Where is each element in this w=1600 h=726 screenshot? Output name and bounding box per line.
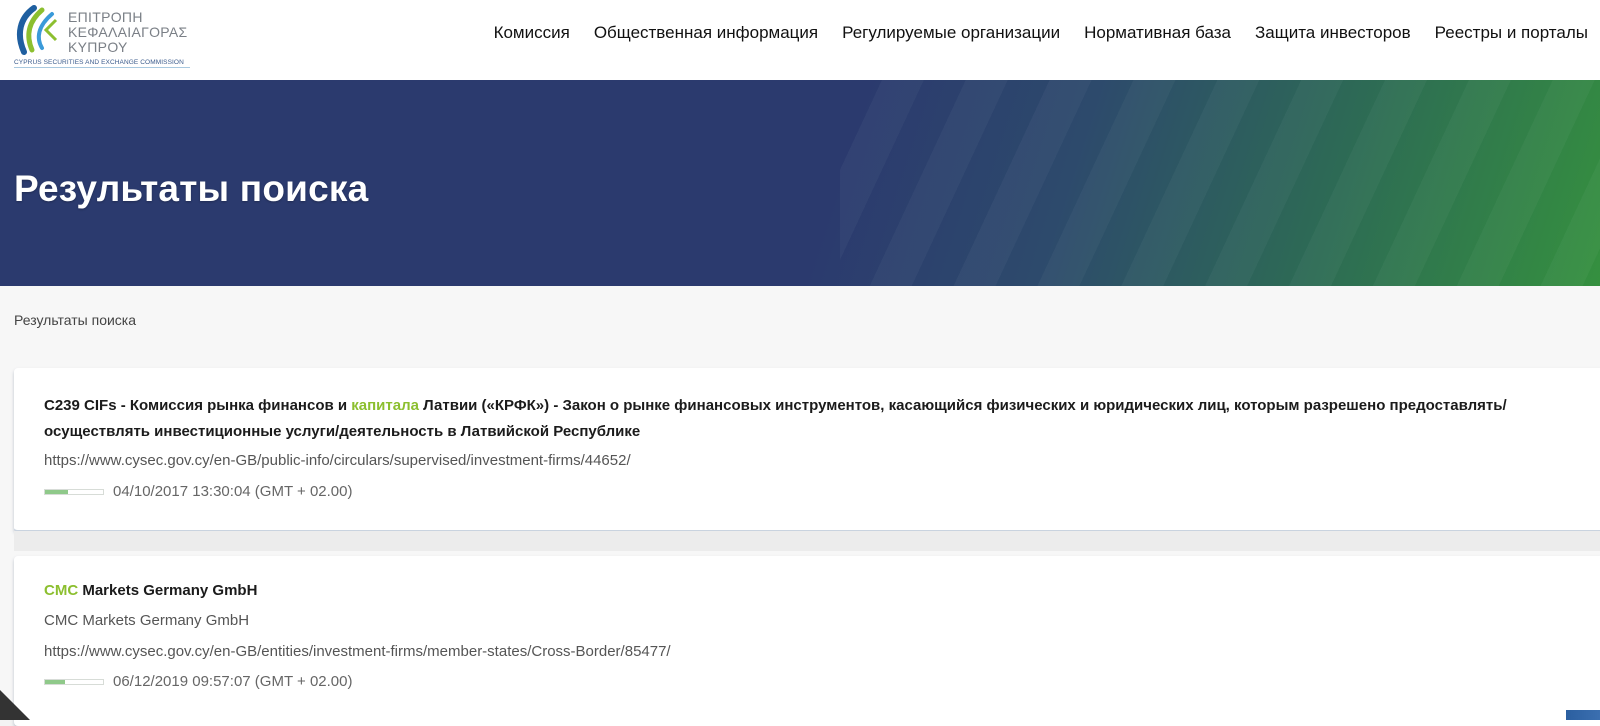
search-result-card[interactable]: CMC Markets Germany GmbH CMC Markets Ger… [14, 556, 1600, 726]
result-subtitle: CMC Markets Germany GmbH [44, 612, 250, 629]
nav-item-public-info[interactable]: Общественная информация [582, 22, 830, 44]
result-date: 06/12/2019 09:57:07 (GMT + 02.00) [113, 673, 353, 690]
relevance-bar-fill [45, 679, 66, 684]
result-title-highlight: капитала [351, 397, 419, 414]
relevance-bar [44, 678, 104, 685]
result-meta: 06/12/2019 09:57:07 (GMT + 02.00) [44, 673, 352, 690]
nav-item-registries-portals[interactable]: Реестры и порталы [1423, 22, 1592, 44]
result-title[interactable]: C239 CIFs - Комиссия рынка финансов и ка… [44, 393, 1524, 445]
nav-item-regulated-entities[interactable]: Регулируемые организации [830, 22, 1072, 44]
site-header: ΕΠΙΤΡΟΠΗ ΚΕΦΑΛΑΙΑΓΟΡΑΣ ΚΥΠΡΟΥ CYPRUS SEC… [0, 0, 1600, 80]
results-separator [14, 531, 1600, 551]
main-nav: Комиссия Общественная информация Регулир… [482, 22, 1592, 44]
result-title-text: Markets Germany GmbH [78, 582, 258, 599]
cysec-logo[interactable]: ΕΠΙΤΡΟΠΗ ΚΕΦΑΛΑΙΑΓΟΡΑΣ ΚΥΠΡΟΥ CYPRUS SEC… [12, 4, 192, 70]
result-title-highlight: CMC [44, 582, 79, 599]
relevance-bar-fill [45, 489, 69, 494]
result-meta: 04/10/2017 13:30:04 (GMT + 02.00) [44, 483, 352, 500]
search-results-area: Результаты поиска C239 CIFs - Комиссия р… [0, 286, 1600, 726]
logo-line-1: ΕΠΙΤΡΟΠΗ [68, 9, 143, 25]
result-date: 04/10/2017 13:30:04 (GMT + 02.00) [113, 483, 353, 500]
logo-subtitle: CYPRUS SECURITIES AND EXCHANGE COMMISSIO… [14, 59, 184, 66]
nav-item-legal-framework[interactable]: Нормативная база [1072, 22, 1243, 44]
back-to-top-button[interactable] [1566, 710, 1600, 720]
breadcrumb: Результаты поиска [14, 312, 137, 328]
logo-mark-icon [16, 5, 58, 55]
page-title: Результаты поиска [14, 168, 369, 209]
corner-decoration [0, 690, 30, 720]
logo-line-3: ΚΥΠΡΟΥ [68, 39, 128, 55]
search-result-card[interactable]: C239 CIFs - Комиссия рынка финансов и ка… [14, 368, 1600, 532]
result-title[interactable]: CMC Markets Germany GmbH [44, 578, 1524, 604]
relevance-bar [44, 488, 104, 495]
hero-banner: Результаты поиска [0, 80, 1600, 286]
nav-item-commission[interactable]: Комиссия [482, 22, 582, 44]
result-title-text: C239 CIFs - Комиссия рынка финансов и [44, 397, 352, 414]
nav-item-investor-protection[interactable]: Защита инвесторов [1243, 22, 1423, 44]
result-url[interactable]: https://www.cysec.gov.cy/en-GB/public-in… [44, 452, 631, 469]
result-url[interactable]: https://www.cysec.gov.cy/en-GB/entities/… [44, 643, 671, 660]
logo-line-2: ΚΕΦΑΛΑΙΑΓΟΡΑΣ [68, 24, 188, 40]
hero-pattern [840, 80, 1600, 286]
logo-divider [14, 67, 190, 68]
logo-wordmark: ΕΠΙΤΡΟΠΗ ΚΕΦΑΛΑΙΑΓΟΡΑΣ ΚΥΠΡΟΥ [68, 10, 188, 55]
